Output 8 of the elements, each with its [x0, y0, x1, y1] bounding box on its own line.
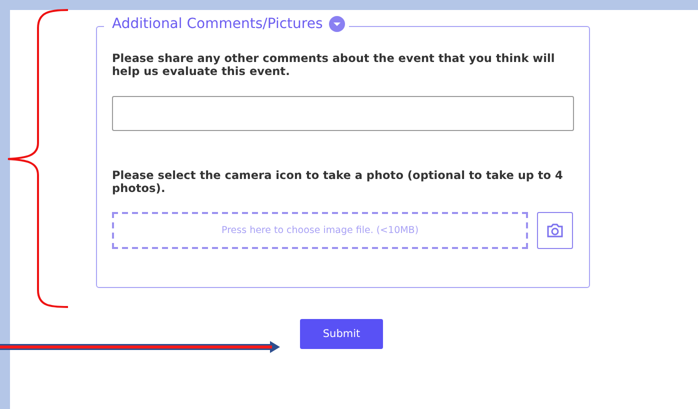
camera-button[interactable]: [537, 212, 573, 249]
comments-prompt: Please share any other comments about the event that you think will help us evaluate this event.: [112, 52, 556, 78]
photo-prompt: Please select the camera icon to take a photo (optional to take up to 4 photos).: [112, 169, 564, 195]
submit-button[interactable]: Submit: [300, 319, 383, 349]
collapse-icon[interactable]: [328, 16, 345, 32]
comments-input[interactable]: [112, 96, 574, 131]
camera-icon: [546, 223, 564, 238]
section-title: Additional Comments/Pictures: [112, 16, 323, 32]
